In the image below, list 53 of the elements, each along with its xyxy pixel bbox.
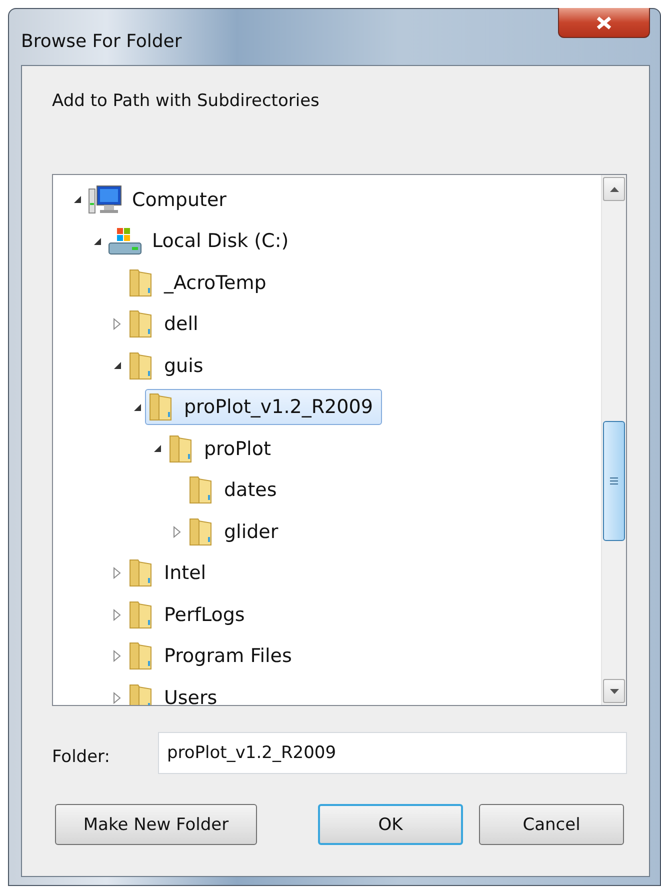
collapsed-arrow-icon[interactable]	[173, 526, 181, 538]
folder-icon	[188, 475, 214, 506]
window-title: Browse For Folder	[21, 31, 182, 52]
collapsed-arrow-icon[interactable]	[113, 650, 121, 662]
dialog-button[interactable]: Make New Folder	[55, 804, 257, 845]
expanded-arrow-icon[interactable]	[112, 361, 122, 370]
expanded-arrow-icon[interactable]	[152, 444, 162, 454]
drive-icon	[108, 226, 142, 256]
scroll-thumb[interactable]	[603, 421, 625, 541]
close-icon	[595, 16, 613, 30]
tree-item[interactable]: proPlot_v1.2_R2009	[145, 389, 382, 426]
grip-icon	[610, 477, 618, 485]
computer-icon	[88, 184, 122, 215]
folder-label: Folder:	[52, 747, 111, 767]
collapsed-arrow-icon[interactable]	[113, 567, 121, 580]
expanded-arrow-icon[interactable]	[72, 195, 82, 204]
up-arrow-icon	[610, 186, 618, 192]
tree-item[interactable]: Program Files	[125, 638, 301, 674]
collapsed-arrow-icon[interactable]	[113, 608, 121, 621]
folder-icon	[128, 600, 154, 630]
dialog-button[interactable]: OK	[318, 804, 463, 845]
collapsed-arrow-icon[interactable]	[113, 692, 121, 704]
vertical-scrollbar[interactable]	[601, 175, 626, 705]
folder-icon	[128, 641, 154, 672]
scroll-up-button[interactable]	[603, 177, 625, 201]
folder-icon	[128, 268, 154, 298]
description-text: Add to Path with Subdirectories	[52, 91, 320, 111]
tree-item[interactable]: guis	[125, 348, 212, 384]
folder-input-field[interactable]: proPlot_v1.2_R2009	[158, 732, 627, 774]
tree-item[interactable]: PerfLogs	[125, 596, 254, 633]
folder-icon	[188, 516, 214, 547]
tree-item[interactable]: Local Disk (C:)	[105, 223, 298, 260]
scroll-down-button[interactable]	[603, 679, 625, 703]
tree-item[interactable]: _AcroTemp	[125, 264, 276, 301]
tree-item[interactable]: Intel	[125, 555, 216, 592]
folder-icon	[128, 558, 154, 588]
dialog-button[interactable]: Cancel	[479, 804, 624, 845]
tree-item[interactable]: proPlot	[165, 430, 280, 467]
tree-item[interactable]: dates	[185, 472, 286, 508]
close-button[interactable]	[558, 8, 650, 38]
tree-item[interactable]: Users	[125, 680, 226, 705]
folder-icon	[128, 309, 154, 340]
expanded-arrow-icon[interactable]	[92, 236, 102, 246]
down-arrow-icon	[610, 688, 618, 694]
tree-item[interactable]: Computer	[85, 182, 236, 218]
folder-icon	[148, 392, 174, 422]
folder-icon	[128, 682, 154, 705]
folder-icon	[168, 434, 194, 464]
tree-item[interactable]: glider	[185, 514, 288, 550]
tree-item[interactable]: dell	[125, 306, 208, 342]
expanded-arrow-icon[interactable]	[132, 402, 142, 412]
collapsed-arrow-icon[interactable]	[113, 318, 121, 330]
folder-icon	[128, 350, 154, 381]
